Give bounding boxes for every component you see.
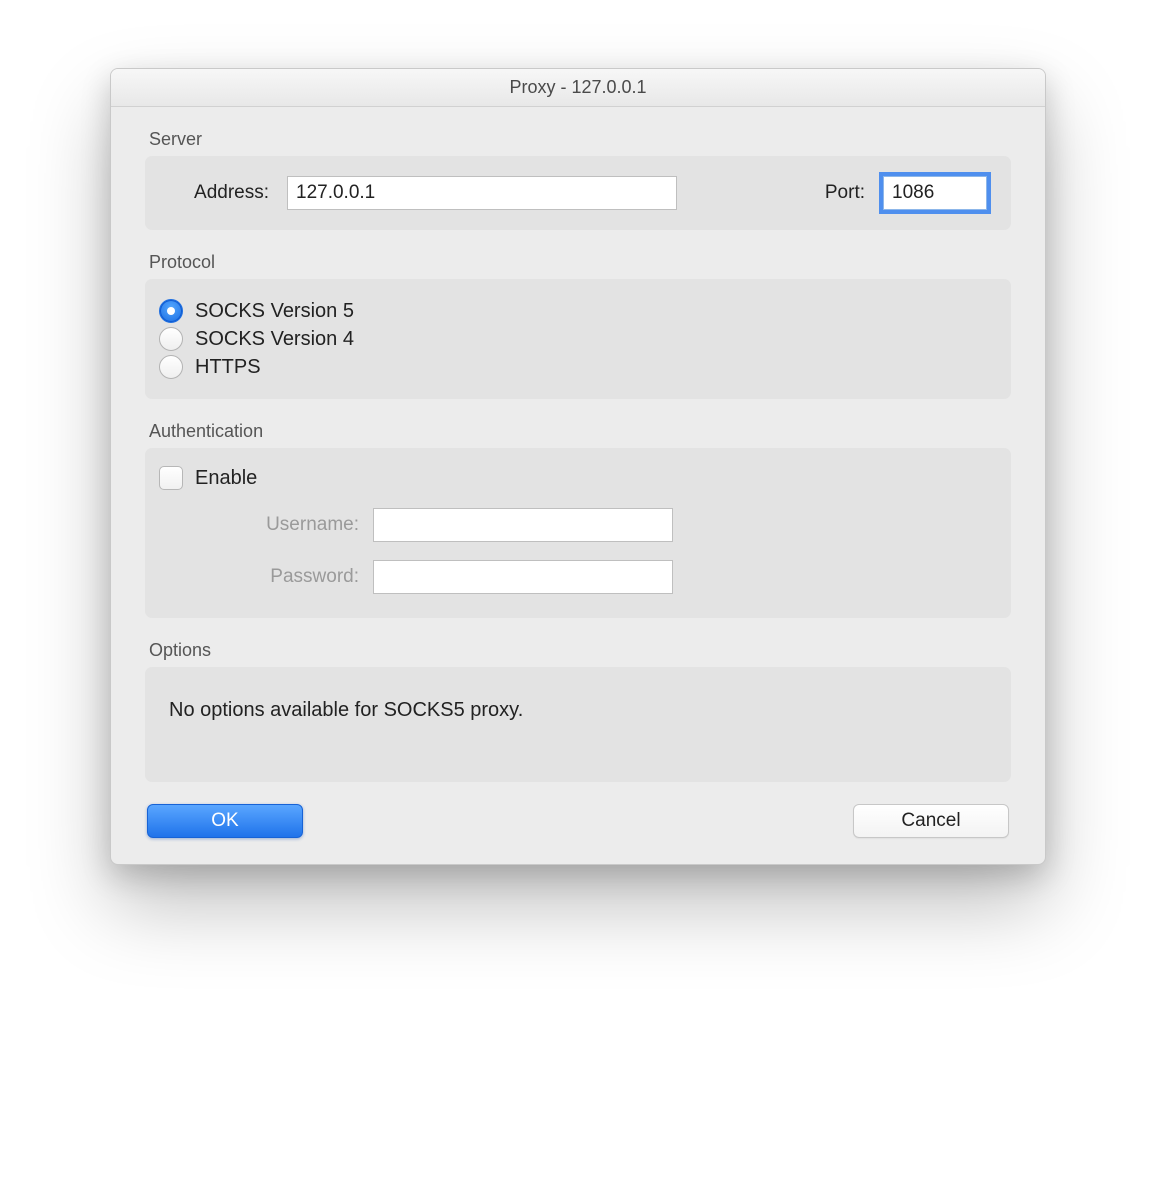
protocol-option-label: SOCKS Version 5 — [195, 300, 354, 323]
address-label: Address: — [169, 182, 269, 204]
server-section-label: Server — [149, 129, 1011, 150]
username-label: Username: — [189, 514, 359, 536]
protocol-option-label: SOCKS Version 4 — [195, 328, 354, 351]
protocol-option-socks5[interactable]: SOCKS Version 5 — [159, 299, 991, 323]
checkbox-icon — [159, 466, 183, 490]
port-input[interactable] — [883, 176, 987, 210]
options-group: No options available for SOCKS5 proxy. — [145, 667, 1011, 782]
radio-icon — [159, 299, 183, 323]
authentication-section-label: Authentication — [149, 421, 1011, 442]
protocol-group: SOCKS Version 5 SOCKS Version 4 HTTPS — [145, 279, 1011, 399]
cancel-button[interactable]: Cancel — [853, 804, 1009, 838]
ok-button[interactable]: OK — [147, 804, 303, 838]
server-group: Address: Port: — [145, 156, 1011, 230]
username-input[interactable] — [373, 508, 673, 542]
enable-auth-row[interactable]: Enable — [159, 466, 989, 490]
password-label: Password: — [189, 566, 359, 588]
window-titlebar: Proxy - 127.0.0.1 — [111, 69, 1045, 107]
address-input[interactable] — [287, 176, 677, 210]
dialog-content: Server Address: Port: Protocol SOCKS Ver… — [111, 107, 1045, 864]
protocol-section-label: Protocol — [149, 252, 1011, 273]
protocol-option-label: HTTPS — [195, 356, 261, 379]
authentication-group: Enable Username: Password: — [145, 448, 1011, 618]
dialog-button-row: OK Cancel — [145, 804, 1011, 838]
options-message: No options available for SOCKS5 proxy. — [169, 699, 987, 722]
password-input[interactable] — [373, 560, 673, 594]
radio-icon — [159, 327, 183, 351]
proxy-dialog: Proxy - 127.0.0.1 Server Address: Port: … — [110, 68, 1046, 865]
enable-auth-label: Enable — [195, 467, 257, 490]
radio-icon — [159, 355, 183, 379]
window-title: Proxy - 127.0.0.1 — [509, 77, 646, 98]
options-section-label: Options — [149, 640, 1011, 661]
port-label: Port: — [807, 182, 865, 204]
protocol-option-socks4[interactable]: SOCKS Version 4 — [159, 327, 991, 351]
protocol-option-https[interactable]: HTTPS — [159, 355, 991, 379]
